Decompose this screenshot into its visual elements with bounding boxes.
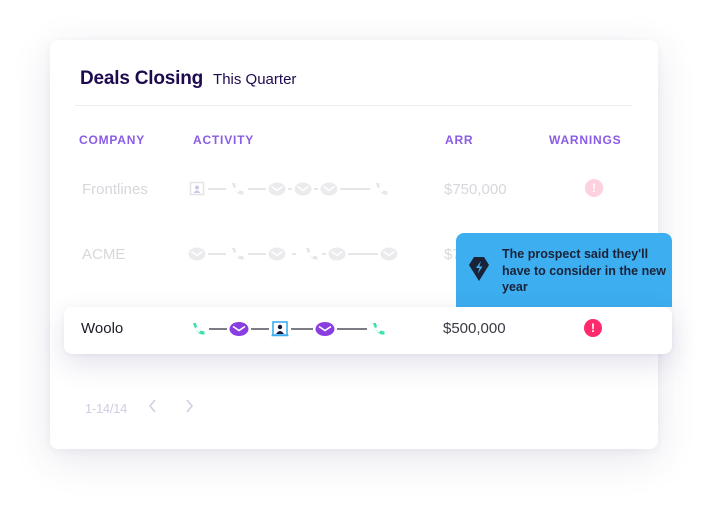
table-row[interactable]: Frontlines $750,000 ! xyxy=(50,178,658,218)
company-name: Frontlines xyxy=(82,181,148,198)
connector xyxy=(209,328,227,330)
connector xyxy=(208,188,226,190)
email-icon xyxy=(294,180,312,198)
email-icon[interactable] xyxy=(229,320,249,338)
table-row-highlighted[interactable]: Woolo $500,000 ! xyxy=(64,307,672,354)
call-icon[interactable] xyxy=(189,320,207,338)
header-divider xyxy=(75,105,632,106)
email-icon xyxy=(320,180,338,198)
activity-timeline xyxy=(188,245,398,263)
column-header-warnings[interactable]: WARNINGS xyxy=(549,133,621,147)
connector xyxy=(337,328,367,330)
meeting-icon xyxy=(188,180,206,198)
column-header-arr[interactable]: ARR xyxy=(445,133,473,147)
pagination-range: 1-14/14 xyxy=(85,401,127,416)
call-icon xyxy=(302,245,320,263)
chevron-right-icon[interactable] xyxy=(179,399,199,418)
email-icon xyxy=(268,245,286,263)
connector xyxy=(291,328,313,330)
call-icon xyxy=(228,245,246,263)
meeting-icon[interactable] xyxy=(271,320,289,338)
connector xyxy=(248,188,266,190)
call-icon xyxy=(228,180,246,198)
card-header: Deals Closing This Quarter xyxy=(80,68,296,90)
card-title: Deals Closing xyxy=(80,68,204,89)
activity-timeline xyxy=(189,320,387,338)
company-name: ACME xyxy=(82,246,126,263)
tooltip-text: The prospect said they'll have to consid… xyxy=(502,247,666,294)
email-icon xyxy=(188,245,206,263)
column-header-company[interactable]: COMPANY xyxy=(79,133,145,147)
connector xyxy=(288,188,292,190)
connector xyxy=(208,253,226,255)
connector xyxy=(322,253,326,255)
warning-indicator[interactable]: ! xyxy=(585,179,603,197)
call-icon xyxy=(372,180,390,198)
connector xyxy=(248,253,266,255)
column-header-activity[interactable]: ACTIVITY xyxy=(193,133,254,147)
warning-indicator[interactable]: ! xyxy=(584,319,602,337)
connector xyxy=(251,328,269,330)
brand-diamond-bolt-icon xyxy=(468,256,490,282)
arr-value: $500,000 xyxy=(443,320,506,337)
email-icon xyxy=(328,245,346,263)
activity-timeline xyxy=(188,180,390,198)
chevron-left-icon[interactable] xyxy=(143,399,163,418)
email-icon[interactable] xyxy=(315,320,335,338)
email-icon xyxy=(380,245,398,263)
company-name: Woolo xyxy=(81,320,124,337)
email-icon xyxy=(268,180,286,198)
connector xyxy=(340,188,370,190)
warning-tooltip: The prospect said they'll have to consid… xyxy=(456,233,672,307)
connector xyxy=(292,253,296,255)
pagination: 1-14/14 xyxy=(85,399,199,418)
connector xyxy=(314,188,318,190)
period-filter[interactable]: This Quarter xyxy=(213,71,296,88)
connector xyxy=(348,253,378,255)
call-icon[interactable] xyxy=(369,320,387,338)
arr-value: $750,000 xyxy=(444,181,507,198)
